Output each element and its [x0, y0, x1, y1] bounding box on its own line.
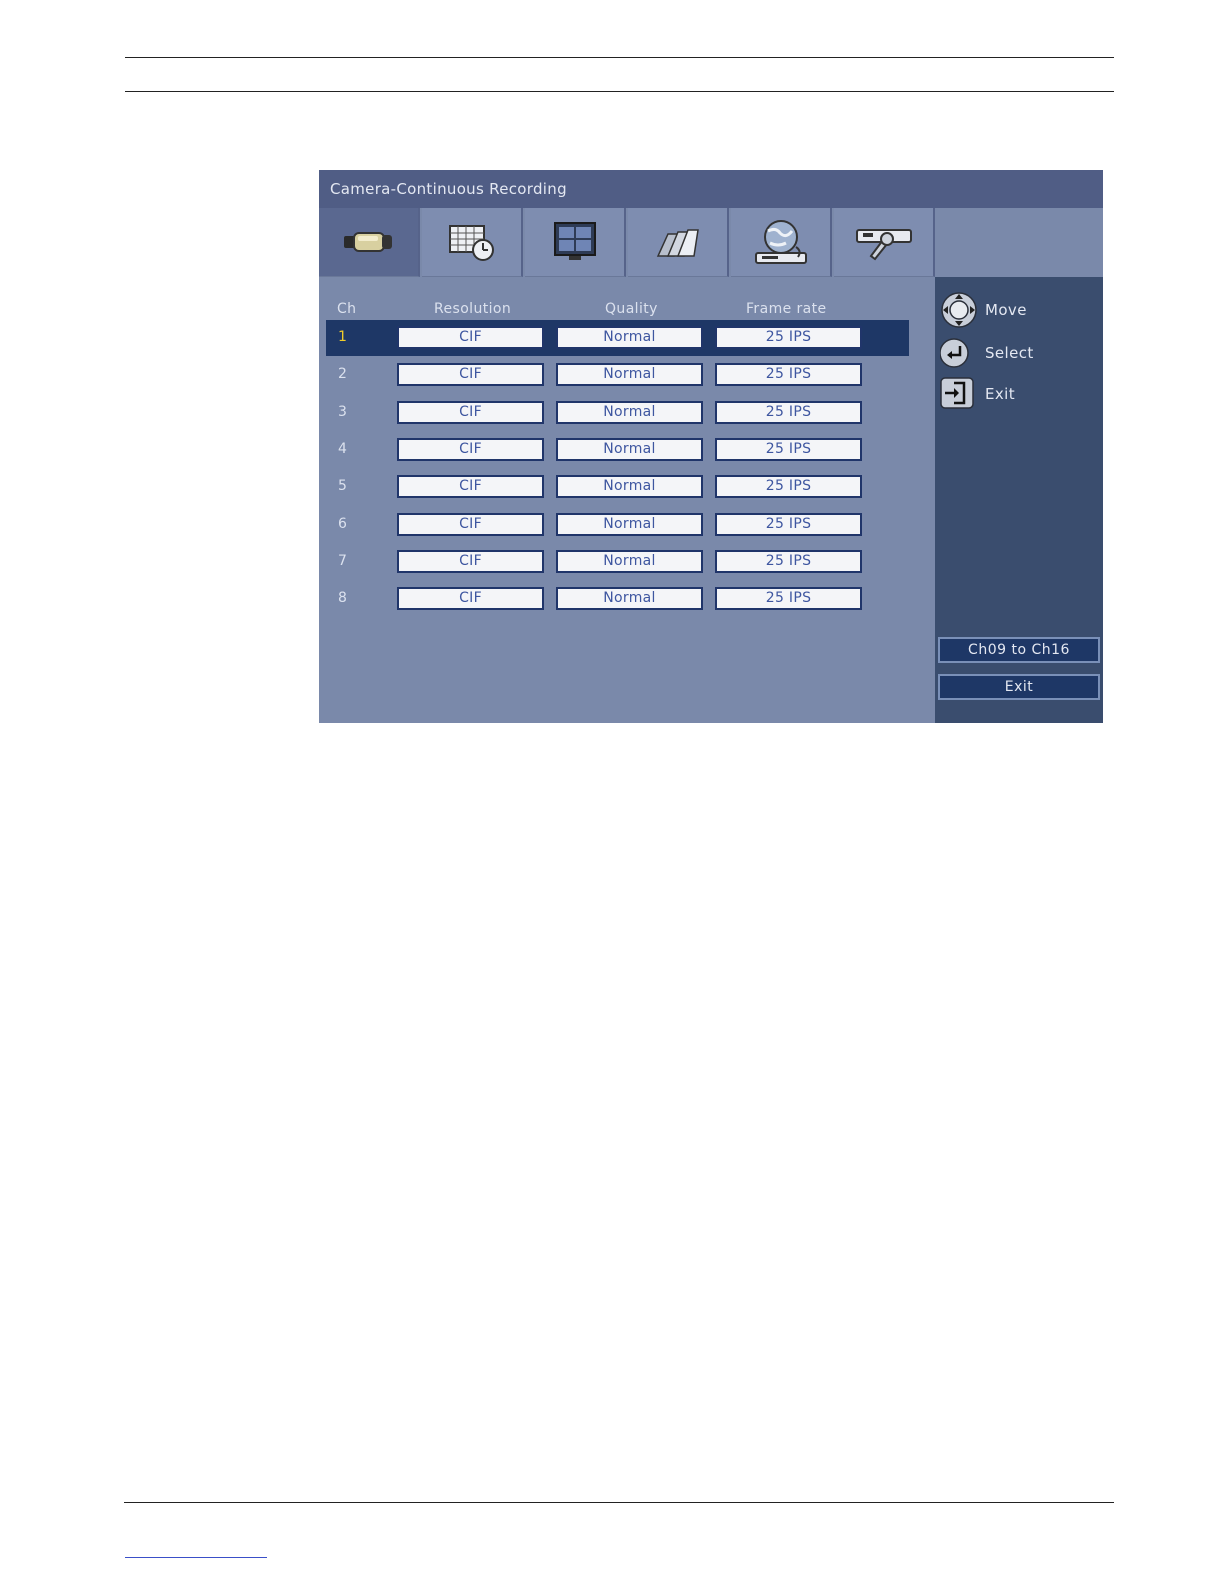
schedule-calendar-icon: [448, 225, 494, 261]
resolution-field[interactable]: CIF: [397, 475, 544, 498]
channel-row[interactable]: 2 CIF Normal 25 IPS: [326, 357, 909, 393]
exit-door-icon: [940, 377, 974, 409]
channel-row[interactable]: 8 CIF Normal 25 IPS: [326, 581, 909, 617]
monitor-icon: [553, 222, 596, 260]
channel-row[interactable]: 5 CIF Normal 25 IPS: [326, 469, 909, 505]
frame-rate-field[interactable]: 25 IPS: [715, 550, 862, 573]
column-header-ch: Ch: [337, 301, 357, 317]
header-rule-top: [125, 57, 1114, 58]
hint-select: Select: [940, 334, 1100, 370]
channel-number: 7: [338, 553, 347, 569]
quality-field[interactable]: Normal: [556, 550, 703, 573]
channel-number: 5: [338, 478, 347, 494]
quality-field[interactable]: Normal: [556, 513, 703, 536]
frame-rate-field[interactable]: 25 IPS: [715, 475, 862, 498]
channel-row[interactable]: 6 CIF Normal 25 IPS: [326, 507, 909, 543]
quality-field[interactable]: Normal: [556, 326, 703, 349]
resolution-field[interactable]: CIF: [397, 550, 544, 573]
resolution-field[interactable]: CIF: [397, 513, 544, 536]
exit-button[interactable]: Exit: [938, 674, 1100, 700]
archive-discs-icon: [656, 229, 699, 257]
quality-field[interactable]: Normal: [556, 401, 703, 424]
column-header-frame-rate: Frame rate: [746, 301, 827, 317]
side-panel: Move Select Exit Ch09 to Ch16 Exit: [935, 277, 1103, 723]
resolution-field[interactable]: CIF: [397, 587, 544, 610]
footer-rule: [124, 1502, 1114, 1503]
hint-exit-label: Exit: [985, 385, 1016, 403]
hint-move-label: Move: [985, 301, 1027, 319]
quality-field[interactable]: Normal: [556, 587, 703, 610]
column-header-resolution: Resolution: [434, 301, 512, 317]
camera-icon: [343, 232, 392, 252]
quality-field[interactable]: Normal: [556, 475, 703, 498]
resolution-field[interactable]: CIF: [397, 363, 544, 386]
tab-schedule[interactable]: [422, 208, 523, 277]
network-globe-icon: [754, 220, 807, 264]
resolution-field[interactable]: CIF: [397, 401, 544, 424]
enter-return-icon: [940, 338, 969, 368]
channel-row[interactable]: 3 CIF Normal 25 IPS: [326, 395, 909, 431]
channel-number: 3: [338, 404, 347, 420]
tab-system-tools[interactable]: [834, 208, 935, 277]
column-header-quality: Quality: [605, 301, 658, 317]
header-rule-bottom: [125, 91, 1114, 92]
directional-pad-icon: [941, 292, 977, 328]
frame-rate-field[interactable]: 25 IPS: [715, 513, 862, 536]
menu-tab-bar: [319, 208, 1103, 277]
quality-field[interactable]: Normal: [556, 438, 703, 461]
channel-number: 8: [338, 590, 347, 606]
wrench-tools-icon: [855, 229, 912, 261]
channel-row[interactable]: 4 CIF Normal 25 IPS: [326, 432, 909, 468]
quality-field[interactable]: Normal: [556, 363, 703, 386]
tab-archive[interactable]: [628, 208, 729, 277]
channel-row[interactable]: 1 CIF Normal 25 IPS: [326, 320, 909, 356]
footer-link-underline: [125, 1557, 267, 1558]
tab-network[interactable]: [731, 208, 832, 277]
frame-rate-field[interactable]: 25 IPS: [715, 363, 862, 386]
hint-exit: Exit: [940, 375, 1100, 411]
hint-select-label: Select: [985, 344, 1034, 362]
frame-rate-field[interactable]: 25 IPS: [715, 438, 862, 461]
frame-rate-field[interactable]: 25 IPS: [715, 587, 862, 610]
tab-camera[interactable]: [319, 208, 420, 277]
channel-number: 6: [338, 516, 347, 532]
resolution-field[interactable]: CIF: [397, 438, 544, 461]
dvr-osd-window: Camera-Continuous Recording Ch Resolutio…: [319, 170, 1103, 723]
channel-row[interactable]: 7 CIF Normal 25 IPS: [326, 544, 909, 580]
window-title: Camera-Continuous Recording: [319, 170, 1103, 208]
channel-number: 4: [338, 441, 347, 457]
channel-number: 2: [338, 366, 347, 382]
channel-number: 1: [338, 329, 347, 345]
tab-display[interactable]: [525, 208, 626, 277]
frame-rate-field[interactable]: 25 IPS: [715, 326, 862, 349]
next-channels-button[interactable]: Ch09 to Ch16: [938, 637, 1100, 663]
hint-move: Move: [940, 291, 1100, 328]
resolution-field[interactable]: CIF: [397, 326, 544, 349]
frame-rate-field[interactable]: 25 IPS: [715, 401, 862, 424]
